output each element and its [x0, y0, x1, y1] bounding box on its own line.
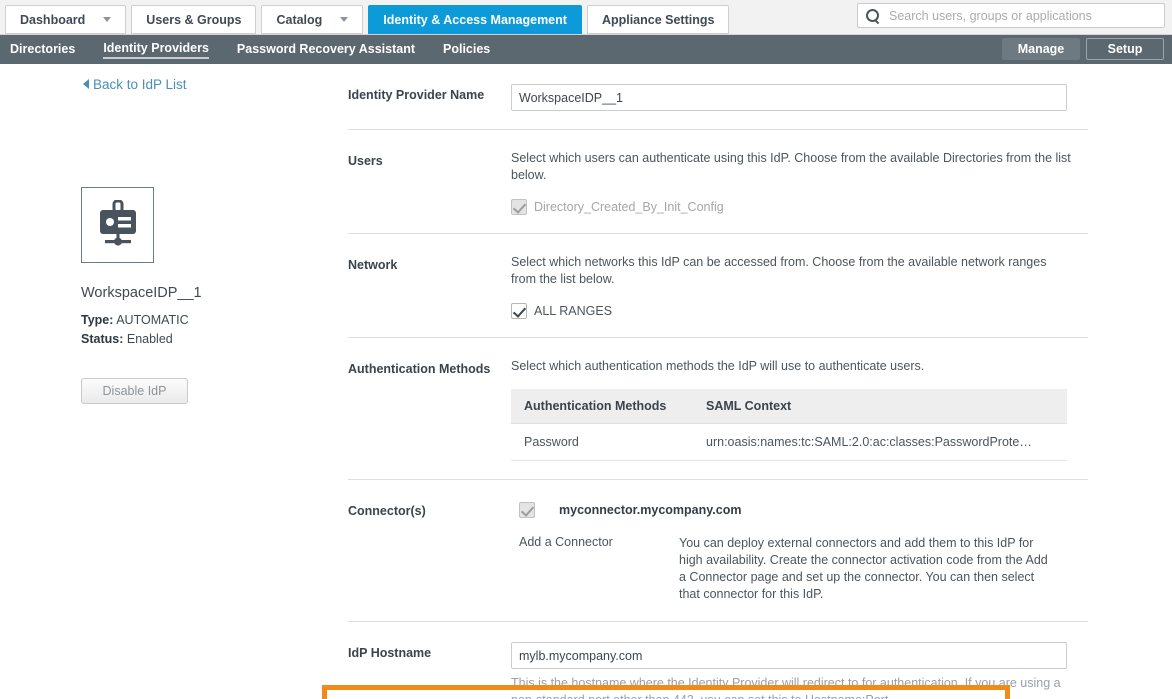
tab-identity-and-access-management[interactable]: Identity & Access Management	[368, 5, 582, 34]
connector-checkbox[interactable]	[519, 502, 535, 518]
form-row-idp-name: Identity Provider Name	[348, 64, 1088, 130]
idp-type-row: Type: AUTOMATIC	[81, 311, 189, 330]
top-tab-bar: Dashboard Users & Groups Catalog Identit…	[0, 0, 1172, 35]
idp-hostname-note: This is the hostname where the Identity …	[511, 676, 1061, 699]
tab-appliance-settings-label: Appliance Settings	[601, 12, 715, 27]
global-search[interactable]	[857, 3, 1165, 28]
users-description: Select which users can authenticate usin…	[511, 151, 1071, 182]
add-connector-description: You can deploy external connectors and a…	[679, 536, 1048, 601]
tab-users-and-groups-label: Users & Groups	[146, 12, 242, 27]
column-header-saml-context: SAML Context	[693, 389, 1067, 424]
chevron-down-icon	[340, 17, 349, 22]
nav-item-directories[interactable]: Directories	[10, 42, 75, 57]
tab-users-and-groups[interactable]: Users & Groups	[131, 5, 257, 34]
nav-item-password-recovery-assistant[interactable]: Password Recovery Assistant	[237, 42, 415, 57]
idp-meta: Type: AUTOMATIC Status: Enabled	[81, 311, 189, 349]
nav-mode-buttons: Manage Setup	[996, 38, 1164, 60]
table-row[interactable]: Password urn:oasis:names:tc:SAML:2.0:ac:…	[511, 423, 1067, 461]
column-header-authentication-methods: Authentication Methods	[511, 389, 693, 424]
connector-checkbox-label: myconnector.mycompany.com	[559, 503, 742, 517]
auth-methods-table: Authentication Methods SAML Context Pass…	[511, 389, 1067, 461]
tab-catalog-label: Catalog	[276, 12, 323, 27]
idp-hostname-field-label: IdP Hostname	[348, 646, 432, 660]
section-nav-bar: Directories Identity Providers Password …	[0, 35, 1172, 64]
all-ranges-checkbox-label: ALL RANGES	[534, 304, 613, 318]
back-to-idp-list-label: Back to IdP List	[93, 76, 187, 92]
search-icon	[866, 8, 880, 23]
idp-icon-frame	[81, 187, 154, 263]
nav-item-policies[interactable]: Policies	[443, 42, 490, 57]
tab-catalog[interactable]: Catalog	[261, 5, 364, 34]
directory-checkbox-label: Directory_Created_By_Init_Config	[534, 200, 724, 214]
form-row-authentication-methods: Authentication Methods Select which auth…	[348, 338, 1088, 480]
nav-item-identity-providers[interactable]: Identity Providers	[103, 41, 209, 59]
all-ranges-checkbox-row[interactable]: ALL RANGES	[511, 303, 1088, 319]
all-ranges-checkbox[interactable]	[511, 303, 527, 319]
form-row-users: Users Select which users can authenticat…	[348, 130, 1088, 234]
disable-idp-button[interactable]: Disable IdP	[81, 378, 188, 404]
form-row-network: Network Select which networks this IdP c…	[348, 234, 1088, 338]
tab-identity-and-access-management-label: Identity & Access Management	[383, 12, 567, 27]
add-connector-label: Add a Connector	[519, 535, 613, 549]
idp-status-label: Status:	[81, 332, 124, 346]
idp-type-label: Type:	[81, 313, 114, 327]
table-header-row: Authentication Methods SAML Context	[511, 389, 1067, 424]
idp-type-value: AUTOMATIC	[116, 313, 189, 327]
auth-methods-section-label: Authentication Methods	[348, 362, 491, 376]
tab-appliance-settings[interactable]: Appliance Settings	[586, 5, 730, 34]
idp-summary-panel: Back to IdP List WorkspaceIDP__1 Type: A…	[0, 64, 320, 404]
network-section-label: Network	[348, 258, 398, 272]
connector-checkbox-row[interactable]: myconnector.mycompany.com	[519, 502, 1088, 518]
tab-dashboard[interactable]: Dashboard	[5, 5, 127, 34]
cell-auth-method: Password	[511, 423, 693, 461]
idp-status-row: Status: Enabled	[81, 330, 189, 349]
form-row-connectors: Connector(s) myconnector.mycompany.com A…	[348, 480, 1088, 622]
idp-name-input[interactable]	[511, 84, 1067, 111]
setup-button[interactable]: Setup	[1086, 38, 1164, 60]
chevron-left-icon	[83, 79, 89, 89]
idp-name-field-label: Identity Provider Name	[348, 88, 485, 102]
primary-tab-list: Dashboard Users & Groups Catalog Identit…	[5, 5, 734, 34]
idp-status-value: Enabled	[126, 332, 173, 346]
add-connector-block: Add a Connector You can deploy external …	[519, 535, 1088, 603]
idp-settings-form: Identity Provider Name Users Select whic…	[348, 64, 1088, 699]
connectors-section-label: Connector(s)	[348, 504, 426, 518]
directory-checkbox-row[interactable]: Directory_Created_By_Init_Config	[511, 199, 1088, 215]
search-input[interactable]	[887, 7, 1157, 24]
back-to-idp-list-link[interactable]: Back to IdP List	[83, 77, 187, 92]
page-body: Back to IdP List WorkspaceIDP__1 Type: A…	[0, 64, 1172, 699]
network-description: Select which networks this IdP can be ac…	[511, 255, 1047, 286]
manage-button[interactable]: Manage	[1002, 38, 1080, 60]
id-badge-icon	[99, 200, 136, 246]
chevron-down-icon	[103, 17, 112, 22]
form-row-idp-hostname: IdP Hostname This is the hostname where …	[348, 622, 1088, 699]
tab-dashboard-label: Dashboard	[20, 12, 86, 27]
users-section-label: Users	[348, 154, 383, 168]
idp-name-heading: WorkspaceIDP__1	[81, 285, 202, 301]
directory-checkbox[interactable]	[511, 199, 527, 215]
idp-hostname-input[interactable]	[511, 642, 1067, 669]
cell-saml-context: urn:oasis:names:tc:SAML:2.0:ac:classes:P…	[693, 423, 1067, 461]
auth-methods-description: Select which authentication methods the …	[511, 359, 925, 373]
